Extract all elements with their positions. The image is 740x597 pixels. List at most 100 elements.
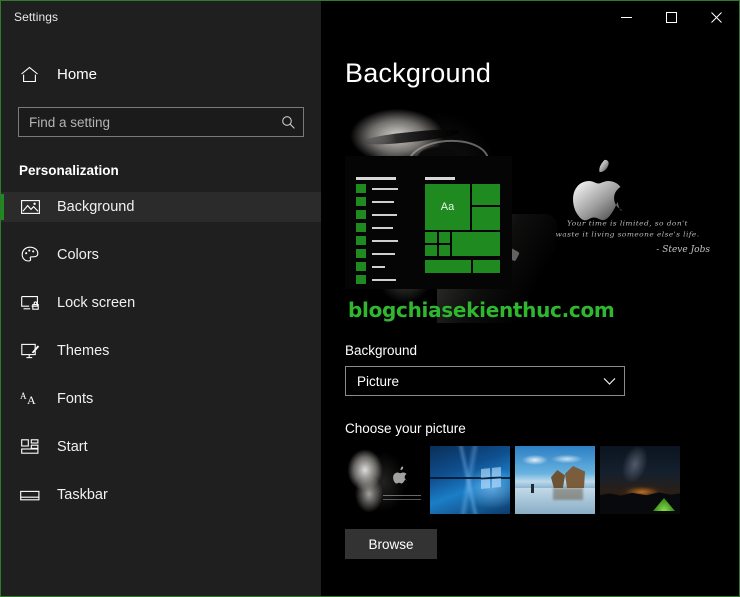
list-item (356, 236, 404, 245)
search-input[interactable] (19, 108, 273, 136)
lock-screen-icon (19, 292, 41, 314)
window-title: Settings (14, 10, 59, 24)
apple-logo-icon (573, 159, 622, 221)
quote-line-1: Your time is limited, so don't (567, 219, 688, 228)
minimize-button[interactable] (604, 1, 649, 33)
sidebar: Home Personalization (1, 33, 321, 596)
title-bar-left: Settings (1, 1, 321, 33)
start-tile (452, 232, 500, 256)
start-tile (425, 260, 471, 273)
start-tile (473, 260, 500, 273)
selection-accent-bar (1, 242, 4, 268)
list-item (356, 262, 404, 271)
quote-line-2: waste it living someone else's life. (555, 230, 700, 239)
rock-formation (551, 470, 565, 488)
sidebar-item-fonts[interactable]: A A Fonts (1, 384, 321, 414)
background-type-select[interactable]: Picture (345, 366, 625, 396)
wallpaper-quote: Your time is limited, so don't waste it … (535, 218, 720, 255)
fonts-icon: A A (19, 388, 41, 410)
start-tile (472, 207, 500, 230)
close-icon (711, 11, 722, 23)
thumbnail-quote-lines (383, 494, 421, 504)
quote-author: - Steve Jobs (656, 245, 710, 255)
sidebar-item-start[interactable]: Start (1, 432, 321, 462)
home-label: Home (57, 65, 98, 83)
picture-icon (19, 196, 41, 218)
watermark-text: blogchiasekienthuc.com (348, 298, 615, 322)
wallpaper-preview: Your time is limited, so don't waste it … (345, 106, 730, 323)
selection-accent-bar (1, 194, 4, 220)
sidebar-item-label: Start (57, 439, 88, 455)
start-tile (425, 245, 437, 256)
start-tiles-icon (19, 436, 41, 458)
sidebar-item-themes[interactable]: Themes (1, 336, 321, 366)
search-box[interactable] (18, 107, 304, 137)
background-type-value: Picture (357, 373, 400, 389)
chevron-down-icon (594, 377, 624, 386)
page-title: Background (345, 58, 492, 88)
list-item (356, 184, 404, 193)
settings-window: Settings Home Find a setting Personaliza… (0, 0, 740, 597)
home-icon (18, 66, 40, 83)
start-tile (472, 184, 500, 205)
apple-logo-icon (393, 466, 407, 484)
start-tile-grid: Aa (425, 184, 500, 273)
start-tile-letter: Aa (440, 201, 455, 213)
sidebar-item-label: Background (57, 199, 135, 215)
rock-reflection (553, 488, 583, 500)
taskbar-icon (19, 484, 41, 506)
sidebar-nav-list: Background Colors Lock screen Themes A A… (1, 192, 321, 510)
selection-accent-bar (1, 386, 4, 412)
thumbnail-steve-jobs-wallpaper[interactable] (345, 446, 425, 514)
sidebar-item-taskbar[interactable]: Taskbar (1, 480, 321, 510)
sidebar-item-colors[interactable]: Colors (1, 240, 321, 270)
svg-text:A: A (27, 393, 36, 407)
search-icon[interactable] (273, 108, 303, 136)
maximize-button[interactable] (649, 1, 694, 33)
window-controls (321, 1, 739, 33)
start-tile (439, 245, 450, 256)
thumbnail-beach-rocks-wallpaper[interactable] (515, 446, 595, 514)
list-item (356, 210, 404, 219)
choose-picture-label: Choose your picture (345, 421, 466, 436)
sidebar-group-title: Personalization (19, 163, 119, 178)
background-field-label: Background (345, 343, 418, 358)
clouds (519, 452, 589, 468)
windows-logo-icon (481, 466, 501, 490)
main-content: Background Your time is limited, so don'… (321, 33, 739, 596)
minimize-icon (621, 16, 632, 18)
sidebar-item-background[interactable]: Background (1, 192, 321, 222)
selection-accent-bar (1, 290, 4, 316)
start-group-rule (425, 177, 455, 180)
selection-accent-bar (1, 434, 4, 460)
sidebar-item-lock-screen[interactable]: Lock screen (1, 288, 321, 318)
sidebar-item-label: Colors (57, 247, 99, 263)
sidebar-item-label: Lock screen (57, 295, 136, 311)
picture-thumbnail-list (345, 446, 739, 514)
svg-text:A: A (20, 391, 27, 401)
list-item (356, 197, 404, 206)
maximize-icon (666, 11, 677, 23)
sidebar-item-label: Fonts (57, 391, 94, 407)
sidebar-item-home[interactable]: Home (1, 57, 321, 91)
sidebar-item-label: Taskbar (57, 487, 108, 503)
list-item (356, 275, 404, 284)
sidebar-item-label: Themes (57, 343, 110, 359)
list-item (356, 223, 404, 232)
person-silhouette (531, 484, 534, 493)
rock-formation (565, 466, 585, 488)
browse-button[interactable]: Browse (345, 529, 437, 559)
brush-icon (19, 340, 41, 362)
start-tile (439, 232, 450, 243)
selection-accent-bar (1, 338, 4, 364)
start-tile (425, 232, 437, 243)
thumbnail-night-sky-tent-wallpaper[interactable] (600, 446, 680, 514)
selection-accent-bar (1, 482, 4, 508)
close-button[interactable] (694, 1, 739, 33)
title-bar: Settings (1, 1, 739, 33)
start-left-rule (356, 177, 396, 180)
thumbnail-windows-hero-wallpaper[interactable] (430, 446, 510, 514)
start-menu-preview: Aa (345, 156, 512, 289)
palette-icon (19, 244, 41, 266)
list-item (356, 249, 404, 258)
